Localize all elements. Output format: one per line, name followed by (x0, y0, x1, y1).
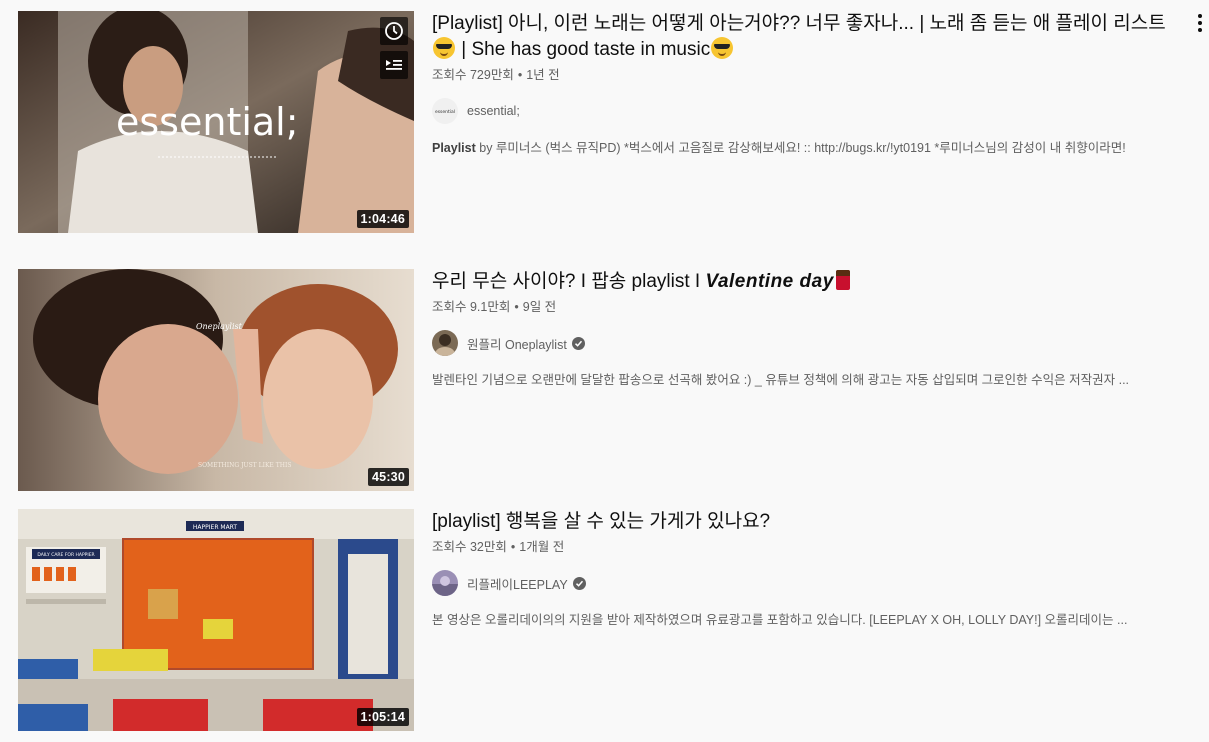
video-description: 본 영상은 오롤리데이의의 지원을 받아 제작하였으며 유료광고를 포함하고 있… (432, 613, 1128, 627)
clock-icon (385, 22, 403, 40)
meta-separator: • (514, 300, 519, 314)
upload-age: 1년 전 (526, 68, 560, 82)
video-info: [Playlist] 아니, 이런 노래는 어떻게 아는거야?? 너무 좋자나.… (432, 11, 1192, 157)
video-info: 우리 무슨 사이야? I 팝송 playlist I Valentine day… (432, 269, 1192, 389)
channel-link[interactable]: 원플리 Oneplaylist (432, 330, 1192, 356)
video-result-2[interactable]: Oneplaylist SOMETHING JUST LIKE THIS 45:… (18, 269, 1209, 491)
thumbnail-caption: SOMETHING JUST LIKE THIS (198, 462, 291, 469)
channel-link[interactable]: essential essential; (432, 98, 1192, 124)
verified-badge-icon (572, 576, 586, 590)
video-duration: 1:05:14 (356, 708, 409, 726)
thumbnail-image: Oneplaylist SOMETHING JUST LIKE THIS (18, 269, 414, 491)
video-title[interactable]: [playlist] 행복을 살 수 있는 가게가 있나요? (432, 509, 1177, 535)
view-count: 조회수 729만회 (432, 68, 514, 82)
thumbnail-sign: HAPPIER MART (193, 524, 238, 531)
view-count: 조회수 9.1만회 (432, 300, 511, 314)
video-title-text-2: | She has good taste in music (456, 39, 711, 60)
chocolate-emoji-icon (835, 270, 850, 290)
video-duration: 1:04:46 (356, 210, 409, 228)
video-duration: 45:30 (368, 468, 409, 486)
video-info: [playlist] 행복을 살 수 있는 가게가 있나요? 조회수 32만회 •… (432, 509, 1192, 629)
avatar-text: essential (435, 109, 455, 115)
video-result-1[interactable]: essential; 1:04:46 [Playlist] 아니, 이런 노래는… (18, 11, 1209, 233)
thumbnail-image: essential; (18, 11, 414, 233)
sunglasses-emoji-icon (433, 37, 455, 59)
kebab-dot-icon (1198, 14, 1202, 18)
channel-name[interactable]: 리플레이LEEPLAY (467, 574, 568, 593)
video-metadata: 조회수 9.1만회 • 9일 전 (432, 298, 1192, 316)
view-count: 조회수 32만회 (432, 540, 507, 554)
verified-badge-icon (571, 336, 585, 350)
sunglasses-emoji-icon (711, 37, 734, 59)
thumbnail-shelf-sign: DAILY CARE FOR HAPPIER (37, 552, 94, 558)
video-metadata: 조회수 32만회 • 1개월 전 (432, 538, 1192, 556)
meta-separator: • (517, 68, 523, 82)
video-title[interactable]: [Playlist] 아니, 이런 노래는 어떻게 아는거야?? 너무 좋자나.… (432, 11, 1177, 63)
channel-avatar[interactable] (432, 570, 458, 596)
kebab-dot-icon (1198, 21, 1202, 25)
meta-separator: • (510, 540, 516, 554)
video-title-italic: Valentine day (705, 271, 834, 292)
kebab-dot-icon (1198, 28, 1202, 32)
video-result-3[interactable]: HAPPIER MART DAILY CARE FOR HAPPIER 1:05… (18, 509, 1209, 731)
video-title[interactable]: 우리 무슨 사이야? I 팝송 playlist I Valentine day (432, 269, 1177, 295)
channel-name[interactable]: 원플리 Oneplaylist (467, 334, 567, 353)
description-text: by 루미너스 (벅스 뮤직PD) *벅스에서 고음질로 감상해보세요! :: … (475, 141, 1126, 155)
video-thumbnail[interactable]: essential; 1:04:46 (18, 11, 414, 233)
video-thumbnail[interactable]: HAPPIER MART DAILY CARE FOR HAPPIER 1:05… (18, 509, 414, 731)
video-title-text: 우리 무슨 사이야? I 팝송 playlist I (432, 271, 706, 292)
queue-icon (386, 60, 402, 70)
thumbnail-watermark: Oneplaylist (196, 322, 243, 331)
video-thumbnail[interactable]: Oneplaylist SOMETHING JUST LIKE THIS 45:… (18, 269, 414, 491)
channel-link[interactable]: 리플레이LEEPLAY (432, 570, 1192, 596)
video-metadata: 조회수 729만회 • 1년 전 (432, 66, 1192, 84)
watch-later-button[interactable] (380, 17, 408, 45)
add-to-queue-button[interactable] (380, 51, 408, 79)
video-description: Playlist by 루미너스 (벅스 뮤직PD) *벅스에서 고음질로 감상… (432, 139, 1192, 157)
channel-name[interactable]: essential; (467, 104, 520, 118)
channel-avatar[interactable]: essential (432, 98, 458, 124)
upload-age: 9일 전 (522, 300, 557, 314)
thumbnail-title: essential; (116, 100, 299, 144)
more-actions-button[interactable] (1191, 11, 1209, 35)
thumbnail-image: HAPPIER MART DAILY CARE FOR HAPPIER (18, 509, 414, 731)
video-title-text: [Playlist] 아니, 이런 노래는 어떻게 아는거야?? 너무 좋자나.… (432, 13, 1166, 34)
upload-age: 1개월 전 (519, 540, 565, 554)
channel-avatar[interactable] (432, 330, 458, 356)
description-bold: Playlist (432, 141, 476, 155)
video-description: 발렌타인 기념으로 오랜만에 달달한 팝송으로 선곡해 봤어요 :) _ 유튜브… (432, 373, 1130, 387)
